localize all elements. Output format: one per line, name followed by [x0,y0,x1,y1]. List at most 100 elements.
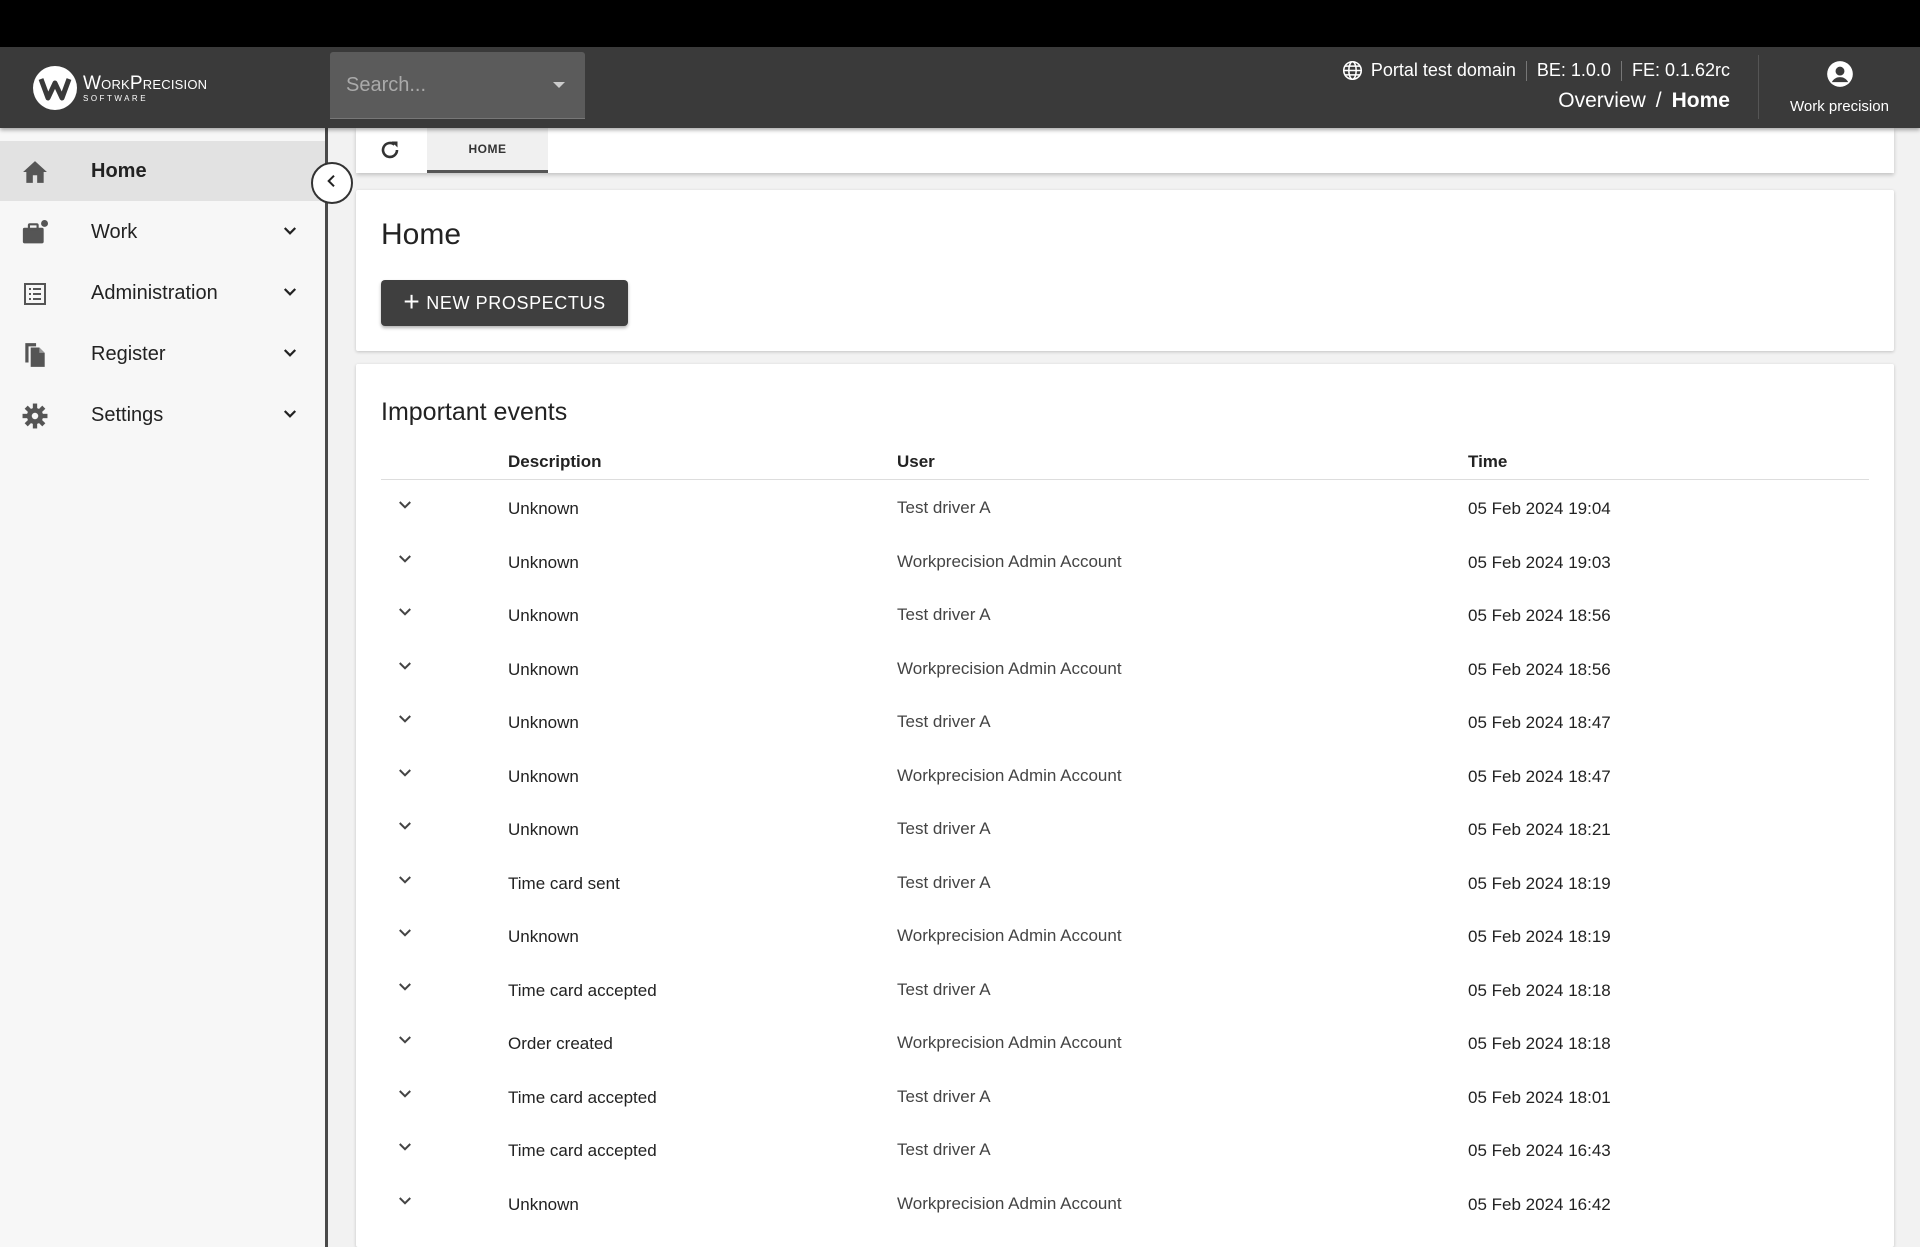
event-description: Unknown [508,499,579,518]
event-user: Test driver A [897,979,991,999]
expand-chevron-icon[interactable] [396,764,414,787]
tab-home[interactable]: HOME [427,128,548,173]
chevron-left-icon [324,173,340,194]
expand-chevron-icon[interactable] [396,817,414,840]
new-prospectus-label: NEW PROSPECTUS [426,292,606,313]
column-header-time[interactable]: Time [1468,452,1507,472]
globe-icon [1342,60,1363,81]
chevron-down-icon[interactable] [281,405,299,428]
event-description: Unknown [508,766,579,786]
event-user: Workprecision Admin Account [897,658,1122,678]
event-user: Workprecision Admin Account [897,1033,1122,1052]
breadcrumb-overview[interactable]: Overview [1558,89,1646,113]
event-user: Test driver A [897,1140,991,1159]
table-row[interactable]: Unknown Workprecision Admin Account 05 Feb… [381,534,1869,588]
event-user: Test driver A [897,819,991,838]
brand-sub: SOFTWARE [83,93,149,103]
event-description: Unknown [508,820,579,839]
expand-chevron-icon[interactable] [396,871,414,894]
table-row[interactable]: Time card accepted Test driver A 05 Feb 20… [381,1069,1869,1123]
refresh-icon[interactable] [378,138,402,167]
event-user: Workprecision Admin Account [897,926,1122,945]
expand-chevron-icon[interactable] [396,1085,414,1108]
event-description: Time card accepted [508,1141,657,1160]
event-time: 05 Feb 2024 18:56 [1468,606,1611,625]
column-header-description[interactable]: Description [508,452,602,472]
be-version: BE: 1.0.0 [1536,60,1611,80]
breadcrumb-current: Home [1671,89,1730,112]
event-user: Test driver A [897,498,991,517]
brand-logo[interactable]: WorkPrecision SOFTWARE [33,65,207,111]
event-description: Unknown [508,606,579,625]
sidebar-item-settings[interactable]: Settings [0,385,325,445]
home-icon [22,159,48,185]
sidebar-item-work[interactable]: Work [0,202,325,262]
chevron-down-icon[interactable] [281,344,299,367]
event-user: Workprecision Admin Account [897,1193,1122,1213]
event-user: Workprecision Admin Account [897,765,1122,785]
sidebar-item-administration[interactable]: Administration [0,263,325,323]
table-row[interactable]: Unknown Workprecision Admin Account 05 Feb… [381,908,1869,962]
event-description: Time card accepted [508,1087,657,1107]
table-row[interactable]: Unknown Test driver A 05 Feb 2024 19:04 [381,480,1869,534]
user-menu[interactable]: Work precision [1758,55,1920,119]
tab-bar: HOME [356,128,1894,173]
sidebar-item-label: Administration [91,281,218,304]
table-row[interactable]: Time card accepted Test driver A 05 Feb 20… [381,962,1869,1016]
brand-name: WorkPrecision [83,72,208,94]
sidebar-item-label: Register [91,342,166,365]
sidebar-item-home[interactable]: Home [0,141,325,201]
collapse-sidebar-button[interactable] [311,162,353,204]
important-events-card: Important events Description User Time U… [356,364,1894,1247]
expand-chevron-icon[interactable] [396,1031,414,1054]
event-description: Unknown [508,659,579,679]
event-description: Unknown [508,552,579,572]
event-time: 05 Feb 2024 18:18 [1468,980,1611,1000]
breadcrumb: Overview / Home [1342,89,1730,113]
chevron-down-icon[interactable] [281,283,299,306]
search-box[interactable] [330,52,585,119]
table-row[interactable]: Unknown Workprecision Admin Account 05 Feb… [381,1176,1869,1230]
sidebar-item-label: Home [91,159,147,182]
event-time: 05 Feb 2024 18:18 [1468,1034,1611,1053]
gear-icon [22,403,48,429]
expand-chevron-icon[interactable] [396,603,414,626]
search-dropdown-caret-icon[interactable] [553,82,565,88]
event-user: Test driver A [897,605,991,624]
table-row[interactable]: Unknown Workprecision Admin Account 05 Feb… [381,641,1869,695]
user-name: Work precision [1790,97,1889,115]
expand-chevron-icon[interactable] [396,710,414,733]
expand-chevron-icon[interactable] [396,1192,414,1215]
expand-chevron-icon[interactable] [396,550,414,573]
table-row[interactable]: Time card accepted Test driver A 05 Feb 20… [381,1122,1869,1176]
sidebar-item-label: Work [91,220,138,243]
expand-chevron-icon[interactable] [396,924,414,947]
event-user: Test driver A [897,1086,991,1106]
expand-chevron-icon[interactable] [396,657,414,680]
table-header: Description User Time [381,442,1869,480]
header-info: Portal test domain BE: 1.0.0 FE: 0.1.62r… [1342,60,1730,113]
plus-icon: + [403,286,421,317]
event-description: Unknown [508,713,579,732]
sidebar-item-register[interactable]: Register [0,324,325,384]
table-row[interactable]: Unknown Test driver A 05 Feb 2024 18:21 [381,801,1869,855]
expand-chevron-icon[interactable] [396,496,414,519]
divider [1620,60,1622,81]
domain-label: Portal test domain [1370,60,1516,80]
table-row[interactable]: Unknown Test driver A 05 Feb 2024 18:47 [381,694,1869,748]
event-description: Order created [508,1034,613,1053]
chevron-down-icon[interactable] [281,222,299,245]
expand-chevron-icon[interactable] [396,1138,414,1161]
new-prospectus-button[interactable]: + NEW PROSPECTUS [381,280,628,326]
event-description: Time card sent [508,873,620,893]
table-row[interactable]: Unknown Workprecision Admin Account 05 Feb… [381,748,1869,802]
app-bar: WorkPrecision SOFTWARE Portal test domai… [0,47,1920,128]
column-header-user[interactable]: User [897,452,935,472]
table-row[interactable]: Time card sent Test driver A 05 Feb 2024 1… [381,855,1869,909]
table-row[interactable]: Unknown Test driver A 05 Feb 2024 18:56 [381,587,1869,641]
event-time: 05 Feb 2024 18:47 [1468,713,1611,732]
table-row[interactable]: Order created Workprecision Admin Account… [381,1015,1869,1069]
breadcrumb-separator: / [1655,89,1662,112]
expand-chevron-icon[interactable] [396,978,414,1001]
search-input[interactable] [346,73,526,97]
